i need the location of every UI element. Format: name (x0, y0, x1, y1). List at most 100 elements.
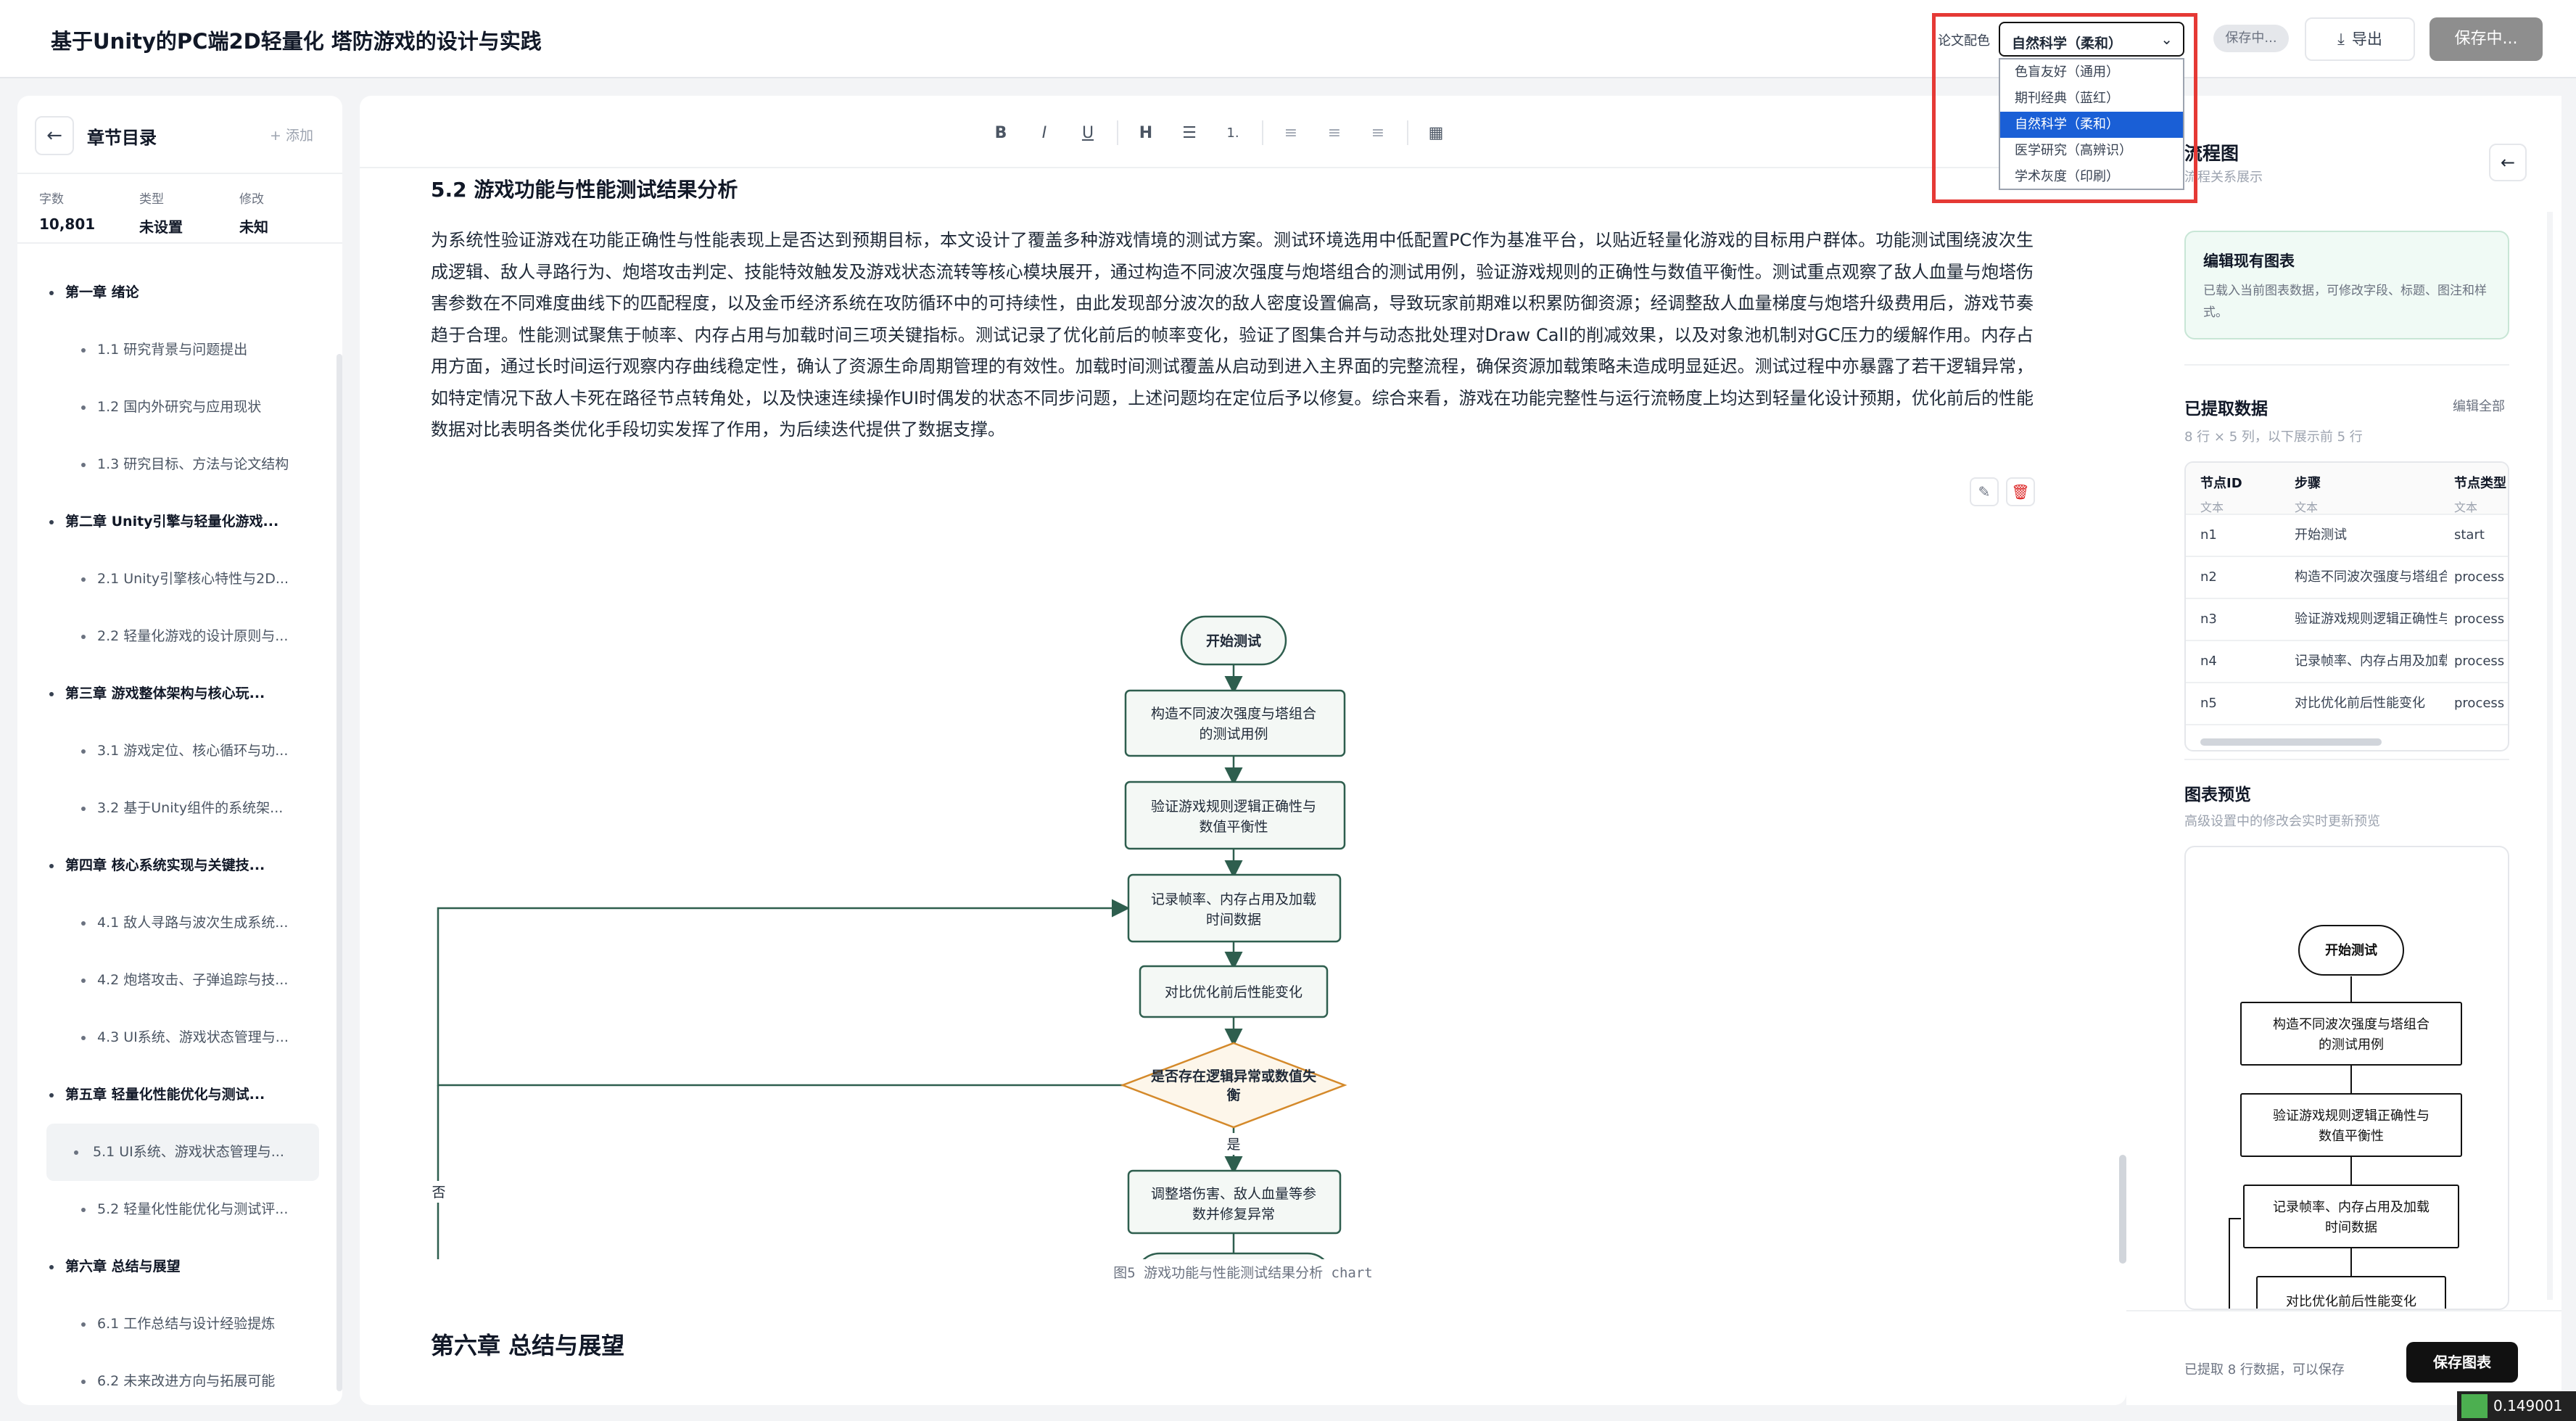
panel-scrollbar[interactable] (2547, 212, 2553, 1300)
palette-option[interactable]: 学术灰度（印刷） (2000, 164, 2183, 190)
sidebar-section-item[interactable]: 4.1 敌人寻路与波次生成系统... (17, 894, 337, 952)
sidebar-section-item[interactable]: 6.1 工作总结与设计经验提炼 (17, 1296, 337, 1353)
edit-figure-icon[interactable]: ✎ (1970, 477, 1999, 506)
column-header[interactable]: 节点ID 文本 (2200, 473, 2242, 515)
save-chart-button[interactable]: 保存图表 (2406, 1342, 2518, 1383)
back-arrow-icon[interactable]: ← (2489, 144, 2527, 181)
export-label: 导出 (2351, 30, 2382, 48)
editor-pane: B I U H ☰ 1. ≡ ≡ ≡ ▦ 5.2 游戏功能与性能测试结果分析 为… (360, 96, 2126, 1405)
bold-button[interactable]: B (985, 118, 1017, 149)
flowchart-figure[interactable]: 开始测试构造不同波次强度与塔组合的测试用例验证游戏规则逻辑正确性与数值平衡性记录… (416, 505, 1794, 1259)
extracted-data-table[interactable]: 节点ID 文本 步骤 文本 节点类型 文本 n1 开始测试 start n2 构造不同波次强度与塔组… (2184, 461, 2509, 751)
bullet-list-icon[interactable]: ☰ (1173, 118, 1205, 149)
column-type: 文本 (2454, 501, 2478, 514)
preview-subtitle: 高级设置中的修改会实时更新预览 (2184, 814, 2380, 829)
table-cell: start (2454, 527, 2485, 543)
sidebar-section-item[interactable]: 1.3 研究目标、方法与论文结构 (17, 436, 337, 493)
flow-process-node[interactable] (1124, 689, 1346, 757)
sidebar-item-label: 6.1 工作总结与设计经验提炼 (97, 1316, 276, 1332)
align-right-icon[interactable]: ≡ (1362, 118, 1394, 149)
palette-select[interactable]: 自然科学（柔和） ⌄ (1999, 22, 2184, 57)
sidebar-section-item[interactable]: 4.3 UI系统、游戏状态管理与... (17, 1009, 337, 1066)
align-left-icon[interactable]: ≡ (1275, 118, 1307, 149)
sidebar-chapter-item[interactable]: 第二章 Unity引擎与轻量化游戏... (17, 493, 337, 551)
sidebar-chapter-item[interactable]: 第一章 绪论 (17, 264, 337, 321)
table-cell: n2 (2200, 569, 2217, 585)
sidebar-section-item[interactable]: 1.1 研究背景与问题提出 (17, 321, 337, 379)
save-button[interactable]: 保存中... (2430, 17, 2543, 61)
sidebar-section-item[interactable]: 2.1 Unity引擎核心特性与2D... (17, 551, 337, 608)
sidebar-chapter-item[interactable]: 第三章 游戏整体架构与核心玩... (17, 665, 337, 722)
sidebar-item-label: 2.1 Unity引擎核心特性与2D... (97, 571, 289, 587)
heading-button[interactable]: H (1130, 118, 1162, 149)
palette-option[interactable]: 色盲友好（通用） (2000, 59, 2183, 86)
sidebar-item-label: 第一章 绪论 (65, 284, 139, 300)
bullet-dot (49, 864, 54, 868)
align-center-icon[interactable]: ≡ (1318, 118, 1350, 149)
table-row[interactable]: n5 对比优化前后性能变化 process (2186, 683, 2508, 725)
table-row[interactable]: n1 开始测试 start (2186, 515, 2508, 557)
flow-process-node[interactable] (1124, 780, 1346, 850)
table-cell: process (2454, 696, 2505, 711)
sidebar-section-item[interactable]: 5.1 UI系统、游戏状态管理与... (46, 1124, 319, 1181)
stat-label: 修改 (239, 192, 264, 207)
export-button[interactable]: ⤓ 导出 (2305, 17, 2415, 61)
italic-button[interactable]: I (1028, 118, 1060, 149)
ordered-list-icon[interactable]: 1. (1217, 118, 1249, 149)
bullet-dot (81, 635, 86, 639)
palette-option[interactable]: 期刊经典（蓝红） (2000, 86, 2183, 112)
table-row[interactable]: n2 构造不同波次强度与塔组合... process (2186, 557, 2508, 599)
sidebar-section-item[interactable]: 3.1 游戏定位、核心循环与功... (17, 722, 337, 780)
sidebar-section-item[interactable]: 2.2 轻量化游戏的设计原则与... (17, 608, 337, 665)
figure-caption: 图5 游戏功能与性能测试结果分析 chart (1113, 1265, 1373, 1281)
body-paragraph[interactable]: 为系统性验证游戏在功能正确性与性能表现上是否达到预期目标，本文设计了覆盖多种游戏… (431, 225, 2034, 446)
sidebar-section-item[interactable]: 5.2 轻量化性能优化与测试评... (17, 1181, 337, 1238)
stat-type: 类型 未设置 (139, 189, 183, 236)
table-cell: 开始测试 (2295, 527, 2347, 543)
edit-all-link[interactable]: 编辑全部 (2453, 396, 2505, 415)
column-header[interactable]: 步骤 文本 (2295, 473, 2321, 515)
add-chapter-button[interactable]: + 添加 (270, 125, 313, 144)
sidebar-chapter-item[interactable]: 第四章 核心系统实现与关键技... (17, 837, 337, 894)
sidebar-section-item[interactable]: 3.2 基于Unity组件的系统架... (17, 780, 337, 837)
chevron-down-icon: ⌄ (2160, 30, 2173, 48)
flow-process-node[interactable] (1127, 1169, 1342, 1235)
sidebar-section-item[interactable]: 6.2 未来改进方向与拓展可能 (17, 1353, 337, 1405)
document-title: 基于Unity的PC端2D轻量化 塔防游戏的设计与实践 (51, 29, 542, 54)
editor-scrollbar[interactable] (2119, 1155, 2126, 1264)
table-icon[interactable]: ▦ (1420, 118, 1452, 149)
sidebar-chapter-item[interactable]: 第六章 总结与展望 (17, 1238, 337, 1296)
table-header-row: 节点ID 文本 步骤 文本 节点类型 文本 (2186, 463, 2508, 515)
column-header[interactable]: 节点类型 文本 (2454, 473, 2506, 515)
toolbar-divider (1117, 120, 1118, 145)
sidebar-item-label: 1.3 研究目标、方法与论文结构 (97, 456, 289, 472)
sidebar-item-label: 6.2 未来改进方向与拓展可能 (97, 1373, 276, 1389)
palette-option[interactable]: 自然科学（柔和） (2000, 112, 2183, 138)
document-content[interactable]: 5.2 游戏功能与性能测试结果分析 为系统性验证游戏在功能正确性与性能表现上是否… (431, 174, 2034, 446)
table-row[interactable]: n3 验证游戏规则逻辑正确性与... process (2186, 599, 2508, 641)
flow-end-node[interactable] (1136, 1252, 1332, 1259)
palette-option[interactable]: 医学研究（高辨识） (2000, 138, 2183, 164)
top-header: 基于Unity的PC端2D轻量化 塔防游戏的设计与实践 论文配色 自然科学（柔和… (0, 0, 2576, 78)
sidebar-section-item[interactable]: 4.2 炮塔攻击、子弹追踪与技... (17, 952, 337, 1009)
bullet-dot (49, 692, 54, 696)
preview-node-label: 的测试用例 (2319, 1037, 2384, 1053)
table-row[interactable]: n4 记录帧率、内存占用及加载... process (2186, 641, 2508, 683)
sidebar-item-label: 1.2 国内外研究与应用现状 (97, 399, 262, 415)
table-horizontal-scrollbar[interactable] (2200, 738, 2382, 746)
delete-figure-icon[interactable]: 🗑 (2006, 477, 2035, 506)
sidebar-scrollbar[interactable] (337, 354, 342, 1391)
flow-process-node[interactable] (1127, 873, 1342, 943)
bullet-dot (49, 291, 54, 295)
stat-value: 未知 (239, 218, 268, 236)
palette-dropdown: 色盲友好（通用） 期刊经典（蓝红） 自然科学（柔和） 医学研究（高辨识） 学术灰度（印刷… (1999, 58, 2184, 190)
back-arrow-icon[interactable]: ← (35, 116, 74, 155)
flow-node-label: 验证游戏规则逻辑正确性与 (1151, 799, 1316, 815)
flow-decision-node[interactable] (1120, 1042, 1347, 1129)
sidebar-chapter-item[interactable]: 第五章 轻量化性能优化与测试... (17, 1066, 337, 1124)
table-cell: n5 (2200, 696, 2217, 711)
preview-node-label: 对比优化前后性能变化 (2286, 1294, 2416, 1309)
underline-button[interactable]: U (1072, 118, 1104, 149)
column-type: 文本 (2200, 501, 2224, 514)
sidebar-section-item[interactable]: 1.2 国内外研究与应用现状 (17, 379, 337, 436)
